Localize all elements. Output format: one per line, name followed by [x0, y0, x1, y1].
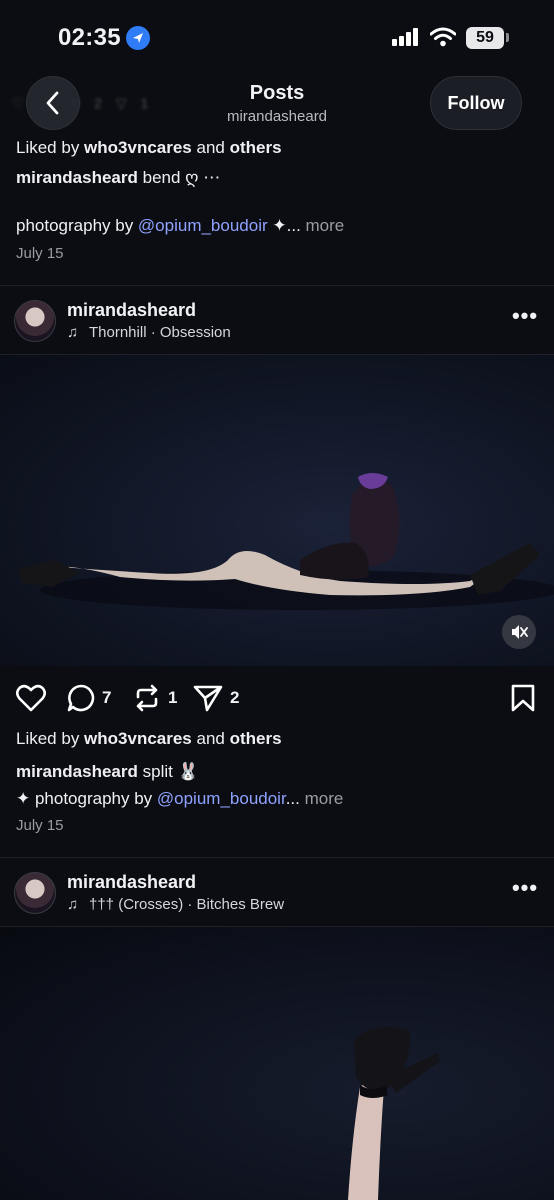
song-title: ††† (Crosses) · Bitches Brew: [89, 896, 285, 913]
liked-by-user-link[interactable]: who3vncares: [84, 138, 192, 157]
caption-username-link[interactable]: mirandasheard: [16, 762, 138, 781]
more-options-button[interactable]: •••: [510, 305, 540, 330]
caption-line2-suffix: ...: [285, 789, 300, 808]
comment-count: 7: [102, 688, 112, 707]
post-photo-illustration: [18, 473, 554, 610]
prev-liked-by: Liked by who3vncares and others: [16, 138, 282, 158]
speaker-muted-icon: [512, 625, 528, 639]
repost-icon: [136, 684, 158, 712]
post-song[interactable]: ♫ ††† (Crosses) · Bitches Brew: [67, 896, 284, 913]
cellular-signal-icon: [392, 28, 418, 46]
heart-icon: [16, 684, 46, 712]
action-bar: 7 1 2: [0, 676, 554, 720]
prev-caption-line2: photography by @opium_boudoir ✦... more: [16, 216, 344, 236]
avatar[interactable]: [14, 872, 56, 914]
mention-link[interactable]: @opium_boudoir: [157, 789, 286, 808]
liked-by-and: and: [191, 729, 230, 748]
liked-by-prefix: Liked by: [16, 729, 85, 748]
like-button[interactable]: [16, 682, 46, 714]
liked-by-and: and: [191, 138, 230, 157]
next-post-header: mirandasheard ♫ ††† (Crosses) · Bitches B…: [0, 868, 554, 924]
comment-button[interactable]: 7: [66, 682, 111, 714]
mute-button[interactable]: [502, 615, 536, 649]
repost-count: 1: [168, 688, 178, 707]
share-count: 2: [230, 688, 240, 707]
liked-by-prefix: Liked by: [16, 138, 85, 157]
more-link[interactable]: more: [300, 789, 344, 808]
location-arrow-icon: [126, 26, 150, 50]
prev-caption: mirandasheard bend ღ ⋯: [16, 168, 220, 188]
post-username[interactable]: mirandasheard: [67, 872, 196, 893]
post-date: July 15: [16, 245, 64, 262]
liked-by-others-link[interactable]: others: [230, 729, 282, 748]
caption-text: split 🐰: [137, 762, 199, 781]
caption-line2-prefix: ✦ photography by: [16, 789, 157, 808]
song-title: Thornhill · Obsession: [89, 324, 231, 341]
battery-tip: [506, 33, 509, 42]
save-button[interactable]: [510, 682, 536, 714]
more-options-button[interactable]: •••: [510, 877, 540, 902]
liked-by: Liked by who3vncares and others: [16, 729, 282, 749]
music-note-icon: ♫: [67, 896, 79, 913]
divider: [0, 285, 554, 286]
bookmark-icon: [511, 684, 535, 712]
wifi-icon: [430, 27, 456, 47]
comment-icon: [67, 684, 95, 712]
divider: [0, 857, 554, 858]
music-note-icon: ♫: [67, 324, 79, 341]
next-post-photo-illustration: [348, 1026, 440, 1200]
next-post-image[interactable]: [0, 927, 554, 1200]
caption-line2-suffix: ✦...: [267, 216, 301, 235]
post-song[interactable]: ♫ Thornhill · Obsession: [67, 324, 231, 341]
caption-text: bend ღ ⋯: [137, 168, 221, 187]
battery-icon: 59: [466, 27, 504, 49]
more-link[interactable]: more: [301, 216, 345, 235]
follow-button[interactable]: Follow: [430, 76, 522, 130]
post-date: July 15: [16, 817, 64, 834]
share-button[interactable]: 2: [192, 682, 239, 714]
liked-by-user-link[interactable]: who3vncares: [84, 729, 192, 748]
caption-line2-prefix: photography by: [16, 216, 138, 235]
caption: mirandasheard split 🐰: [16, 762, 199, 782]
avatar[interactable]: [14, 300, 56, 342]
mention-link[interactable]: @opium_boudoir: [138, 216, 268, 235]
nav-bar: ♡ ◯ ⟲ 2 ▽ 1 Posts mirandasheard Follow: [0, 70, 554, 134]
post-header: mirandasheard ♫ Thornhill · Obsession •••: [0, 296, 554, 352]
caption-username-link[interactable]: mirandasheard: [16, 168, 138, 187]
post-image[interactable]: [0, 355, 554, 666]
repost-button[interactable]: 1: [132, 682, 177, 714]
status-bar: 02:35 59: [0, 0, 554, 70]
share-icon: [193, 685, 223, 712]
caption-line2: ✦ photography by @opium_boudoir... more: [16, 789, 343, 809]
liked-by-others-link[interactable]: others: [230, 138, 282, 157]
status-time: 02:35: [58, 24, 121, 51]
post-username[interactable]: mirandasheard: [67, 300, 196, 321]
